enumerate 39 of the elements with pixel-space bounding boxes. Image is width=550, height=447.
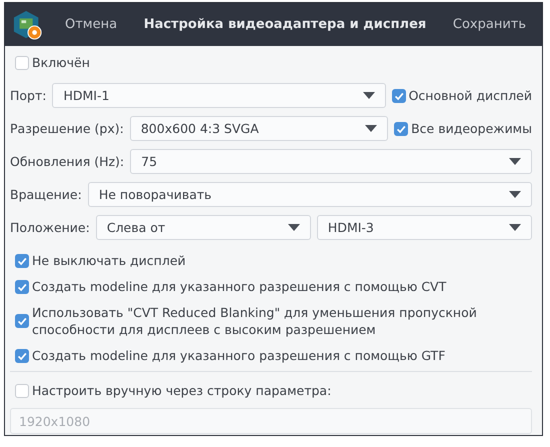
field-label: Обновления (Hz):	[10, 154, 124, 169]
checkbox[interactable]	[15, 384, 29, 398]
checkbox-option[interactable]: Включён	[15, 54, 532, 71]
checkbox-label: Не выключать дисплей	[32, 252, 186, 269]
caret-icon	[362, 92, 375, 99]
checkbox[interactable]	[15, 56, 29, 70]
checked-checkbox[interactable]	[15, 314, 29, 328]
field-label: Вращение:	[10, 187, 82, 202]
checkbox-option[interactable]: Настроить вручную через строку параметра:	[15, 382, 532, 399]
field-label: Разрешение (px):	[10, 121, 124, 136]
caret-icon	[509, 224, 521, 231]
checkbox-label: Включён	[32, 54, 90, 71]
caret-icon	[365, 125, 378, 132]
checkbox-option[interactable]: Создать modeline для указанного разрешения с помощью GTF	[15, 347, 532, 364]
checkbox-option[interactable]: Создать modeline для указанного разрешения с помощью CVT	[15, 278, 532, 295]
dropdown[interactable]: HDMI-3	[316, 215, 532, 240]
checked-checkbox[interactable]	[392, 88, 406, 102]
dropdown[interactable]: HDMI-1	[52, 83, 386, 108]
checked-checkbox[interactable]	[394, 122, 408, 136]
caret-icon	[509, 158, 521, 165]
checkbox-option[interactable]: Не выключать дисплей	[15, 252, 532, 269]
caret-icon	[509, 191, 521, 198]
field-label: Порт:	[10, 88, 46, 103]
dropdown[interactable]: Не поворачивать	[88, 182, 532, 207]
checkbox-label: Создать modeline для указанного разрешения с помощью CVT	[32, 278, 446, 295]
checked-checkbox[interactable]	[15, 348, 29, 362]
dropdown[interactable]: 75	[130, 149, 532, 174]
display-settings-icon	[13, 10, 43, 40]
field-label: Положение:	[10, 220, 90, 235]
dropdown[interactable]: 800x600 4:3 SVGA	[130, 116, 388, 141]
checked-checkbox[interactable]	[15, 280, 29, 294]
window-title: Настройка видеоадаптера и дисплея	[142, 17, 428, 32]
save-button[interactable]: Сохранить	[446, 13, 532, 36]
dropdown[interactable]: Слева от	[96, 215, 311, 240]
caret-icon	[288, 224, 300, 231]
checkbox-label: Настроить вручную через строку параметра:	[32, 382, 332, 399]
checked-checkbox[interactable]	[15, 254, 29, 268]
cancel-button[interactable]: Отмена	[59, 13, 124, 36]
checkbox-label: Создать modeline для указанного разрешения с помощью GTF	[32, 347, 446, 364]
